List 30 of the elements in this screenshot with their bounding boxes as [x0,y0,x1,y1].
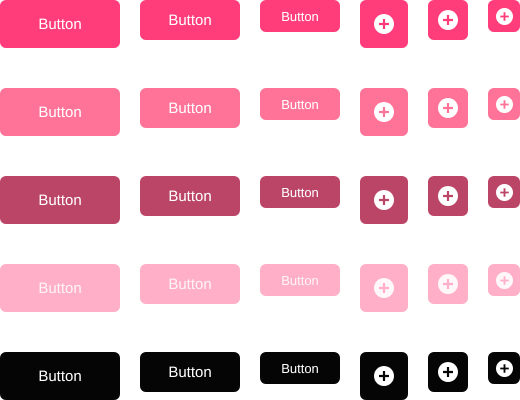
plus-circle-icon [438,186,458,206]
plus-circle-icon [496,360,512,376]
button[interactable]: Button [140,352,240,392]
plus-circle-icon [496,96,512,112]
button[interactable]: Button [0,88,120,136]
plus-circle-icon [438,362,458,382]
plus-circle-icon [438,98,458,118]
button[interactable]: Button [0,352,120,400]
plus-circle-icon [496,184,512,200]
add-button[interactable] [488,352,520,384]
plus-circle-icon [374,278,394,298]
button[interactable]: Button [0,176,120,224]
button[interactable]: Button [260,88,340,120]
button[interactable]: Button [0,0,120,48]
add-button[interactable] [428,352,468,392]
button[interactable]: Button [140,176,240,216]
button[interactable]: Button [260,176,340,208]
plus-circle-icon [374,102,394,122]
add-button[interactable] [360,352,408,400]
button[interactable]: Button [260,0,340,32]
button[interactable]: Button [260,352,340,384]
plus-circle-icon [438,10,458,30]
button[interactable]: Button [140,88,240,128]
button[interactable]: Button [140,0,240,40]
plus-circle-icon [374,366,394,386]
plus-circle-icon [438,274,458,294]
plus-circle-icon [496,8,512,24]
plus-circle-icon [496,272,512,288]
plus-circle-icon [374,190,394,210]
plus-circle-icon [374,14,394,34]
